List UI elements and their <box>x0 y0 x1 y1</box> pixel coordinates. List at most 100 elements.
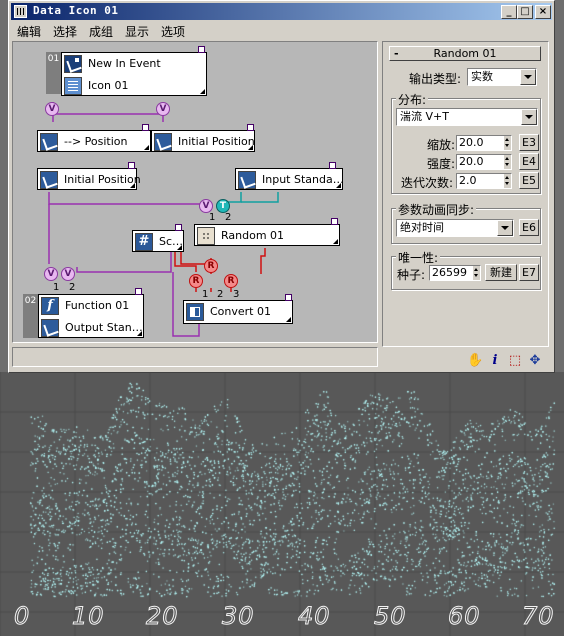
node-initial-position-left[interactable]: Initial Position <box>37 168 141 191</box>
operator-row[interactable]: Icon 01 <box>62 75 206 97</box>
app-icon <box>14 5 27 18</box>
menu-group[interactable]: 成组 <box>89 23 113 40</box>
strength-spinner[interactable]: 20.0 <box>456 154 512 170</box>
rollout-header[interactable]: - Random 01 <box>389 46 541 61</box>
convert-icon <box>186 303 204 321</box>
operator-label: Input Standa… <box>262 173 344 186</box>
iterations-value: 2.0 <box>459 174 477 187</box>
value-bubble[interactable]: V <box>45 102 59 116</box>
operator-row[interactable]: f Function 01 <box>39 295 143 317</box>
node-port[interactable] <box>329 162 336 169</box>
time-bubble[interactable]: T <box>216 199 230 213</box>
ruler-number: 30 <box>222 602 255 631</box>
node-corner <box>177 245 182 250</box>
menu-options[interactable]: 选项 <box>161 23 185 40</box>
scale-spinner[interactable]: 20.0 <box>456 135 512 151</box>
navigate-icon[interactable]: ✥ <box>527 353 543 369</box>
node-initial-position-top[interactable]: Initial Position <box>151 130 255 152</box>
menu-edit[interactable]: 编辑 <box>17 23 41 40</box>
chevron-down-icon[interactable] <box>497 220 513 236</box>
result-bubble[interactable]: R <box>189 274 203 288</box>
info-icon[interactable]: i <box>487 353 503 369</box>
port-number: 1 <box>53 282 60 293</box>
hand-icon[interactable]: ✋ <box>467 353 483 369</box>
operator-row[interactable]: Convert 01 <box>184 301 292 323</box>
node-corner <box>336 183 341 188</box>
node-port[interactable] <box>331 218 338 225</box>
node-port[interactable] <box>198 46 205 53</box>
menu-display[interactable]: 显示 <box>125 23 149 40</box>
scale-value: 20.0 <box>459 136 484 149</box>
close-button[interactable]: × <box>535 5 551 19</box>
operator-label: Random 01 <box>221 229 285 242</box>
port-number: 2 <box>69 282 76 293</box>
node-corner <box>286 317 291 322</box>
value-bubble[interactable]: V <box>61 267 75 281</box>
output-type-select[interactable]: 实数 <box>467 68 537 86</box>
rollout-title: Random 01 <box>433 47 497 60</box>
anim-sync-select[interactable]: 绝对时间 <box>396 219 514 237</box>
scale-wire-button[interactable]: E3 <box>519 134 539 151</box>
operator-row[interactable]: Random 01 <box>195 225 339 247</box>
chevron-down-icon[interactable] <box>520 69 536 85</box>
menu-select[interactable]: 选择 <box>53 23 77 40</box>
spinner-arrows[interactable] <box>473 266 480 280</box>
spinner-arrows[interactable] <box>504 155 511 169</box>
node-position[interactable]: --> Position <box>37 130 151 152</box>
iterations-wire-button[interactable]: E5 <box>519 172 539 189</box>
node-port[interactable] <box>247 124 254 131</box>
node-port[interactable] <box>128 162 135 169</box>
operator-row[interactable]: Output Stan… <box>39 317 143 339</box>
new-seed-button[interactable]: 新建 <box>485 264 517 281</box>
operator-row[interactable]: Initial Position <box>152 131 255 153</box>
collapse-toggle[interactable]: - <box>394 47 399 60</box>
operator-row[interactable]: New In Event <box>62 53 206 75</box>
ruler-number: 20 <box>146 602 179 631</box>
node-port[interactable] <box>142 124 149 131</box>
operator-row[interactable]: # Sc… <box>133 231 183 253</box>
output-type-value: 实数 <box>471 70 493 83</box>
scale-label: 缩放: <box>427 138 456 152</box>
operator-label: --> Position <box>64 135 128 148</box>
seed-spinner[interactable]: 26599 <box>429 265 481 281</box>
node-port[interactable] <box>135 288 142 295</box>
region-select-icon[interactable]: ⬚ <box>507 353 523 369</box>
seed-value: 26599 <box>432 266 467 279</box>
operator-icon <box>40 171 58 189</box>
operator-row[interactable]: Initial Position <box>38 169 141 191</box>
node-corner <box>200 89 205 94</box>
group-label: 02 <box>23 294 38 338</box>
node-corner <box>248 145 253 150</box>
node-scalar[interactable]: # Sc… <box>132 230 184 252</box>
node-function[interactable]: f Function 01 Output Stan… <box>38 294 144 338</box>
result-bubble[interactable]: R <box>224 274 238 288</box>
node-graph[interactable]: 01 New In Event Icon 01 V V --> Position <box>12 41 378 343</box>
maximize-button[interactable]: □ <box>517 5 533 19</box>
distribution-value: 湍流 V+T <box>400 110 449 123</box>
distribution-select[interactable]: 湍流 V+T <box>396 108 538 126</box>
status-bar <box>12 347 378 367</box>
iterations-spinner[interactable]: 2.0 <box>456 173 512 189</box>
operator-row[interactable]: --> Position <box>38 131 150 153</box>
spinner-arrows[interactable] <box>504 136 511 150</box>
node-random[interactable]: Random 01 <box>194 224 340 246</box>
node-port[interactable] <box>285 294 292 301</box>
seed-wire-button[interactable]: E7 <box>519 264 539 281</box>
anim-sync-wire-button[interactable]: E6 <box>519 219 539 236</box>
node-new-in-event[interactable]: New In Event Icon 01 <box>61 52 207 96</box>
node-convert[interactable]: Convert 01 <box>183 300 293 324</box>
node-input-standard[interactable]: Input Standa… <box>235 168 344 191</box>
operator-row[interactable]: Input Standa… <box>236 169 344 191</box>
strength-wire-button[interactable]: E4 <box>519 153 539 170</box>
spinner-arrows[interactable] <box>504 174 511 188</box>
value-bubble[interactable]: V <box>199 199 213 213</box>
value-bubble[interactable]: V <box>156 102 170 116</box>
chevron-down-icon[interactable] <box>521 109 537 125</box>
value-bubble[interactable]: V <box>44 267 58 281</box>
result-bubble[interactable]: R <box>204 259 218 273</box>
minimize-button[interactable]: _ <box>501 5 517 19</box>
hash-icon: # <box>135 233 153 251</box>
title-bar[interactable]: Data Icon 01 _ □ × <box>11 3 552 20</box>
node-port[interactable] <box>175 224 182 231</box>
parameter-panel: - Random 01 输出类型: 实数 分布: 湍流 V+T 缩放: 20.0… <box>382 41 549 347</box>
